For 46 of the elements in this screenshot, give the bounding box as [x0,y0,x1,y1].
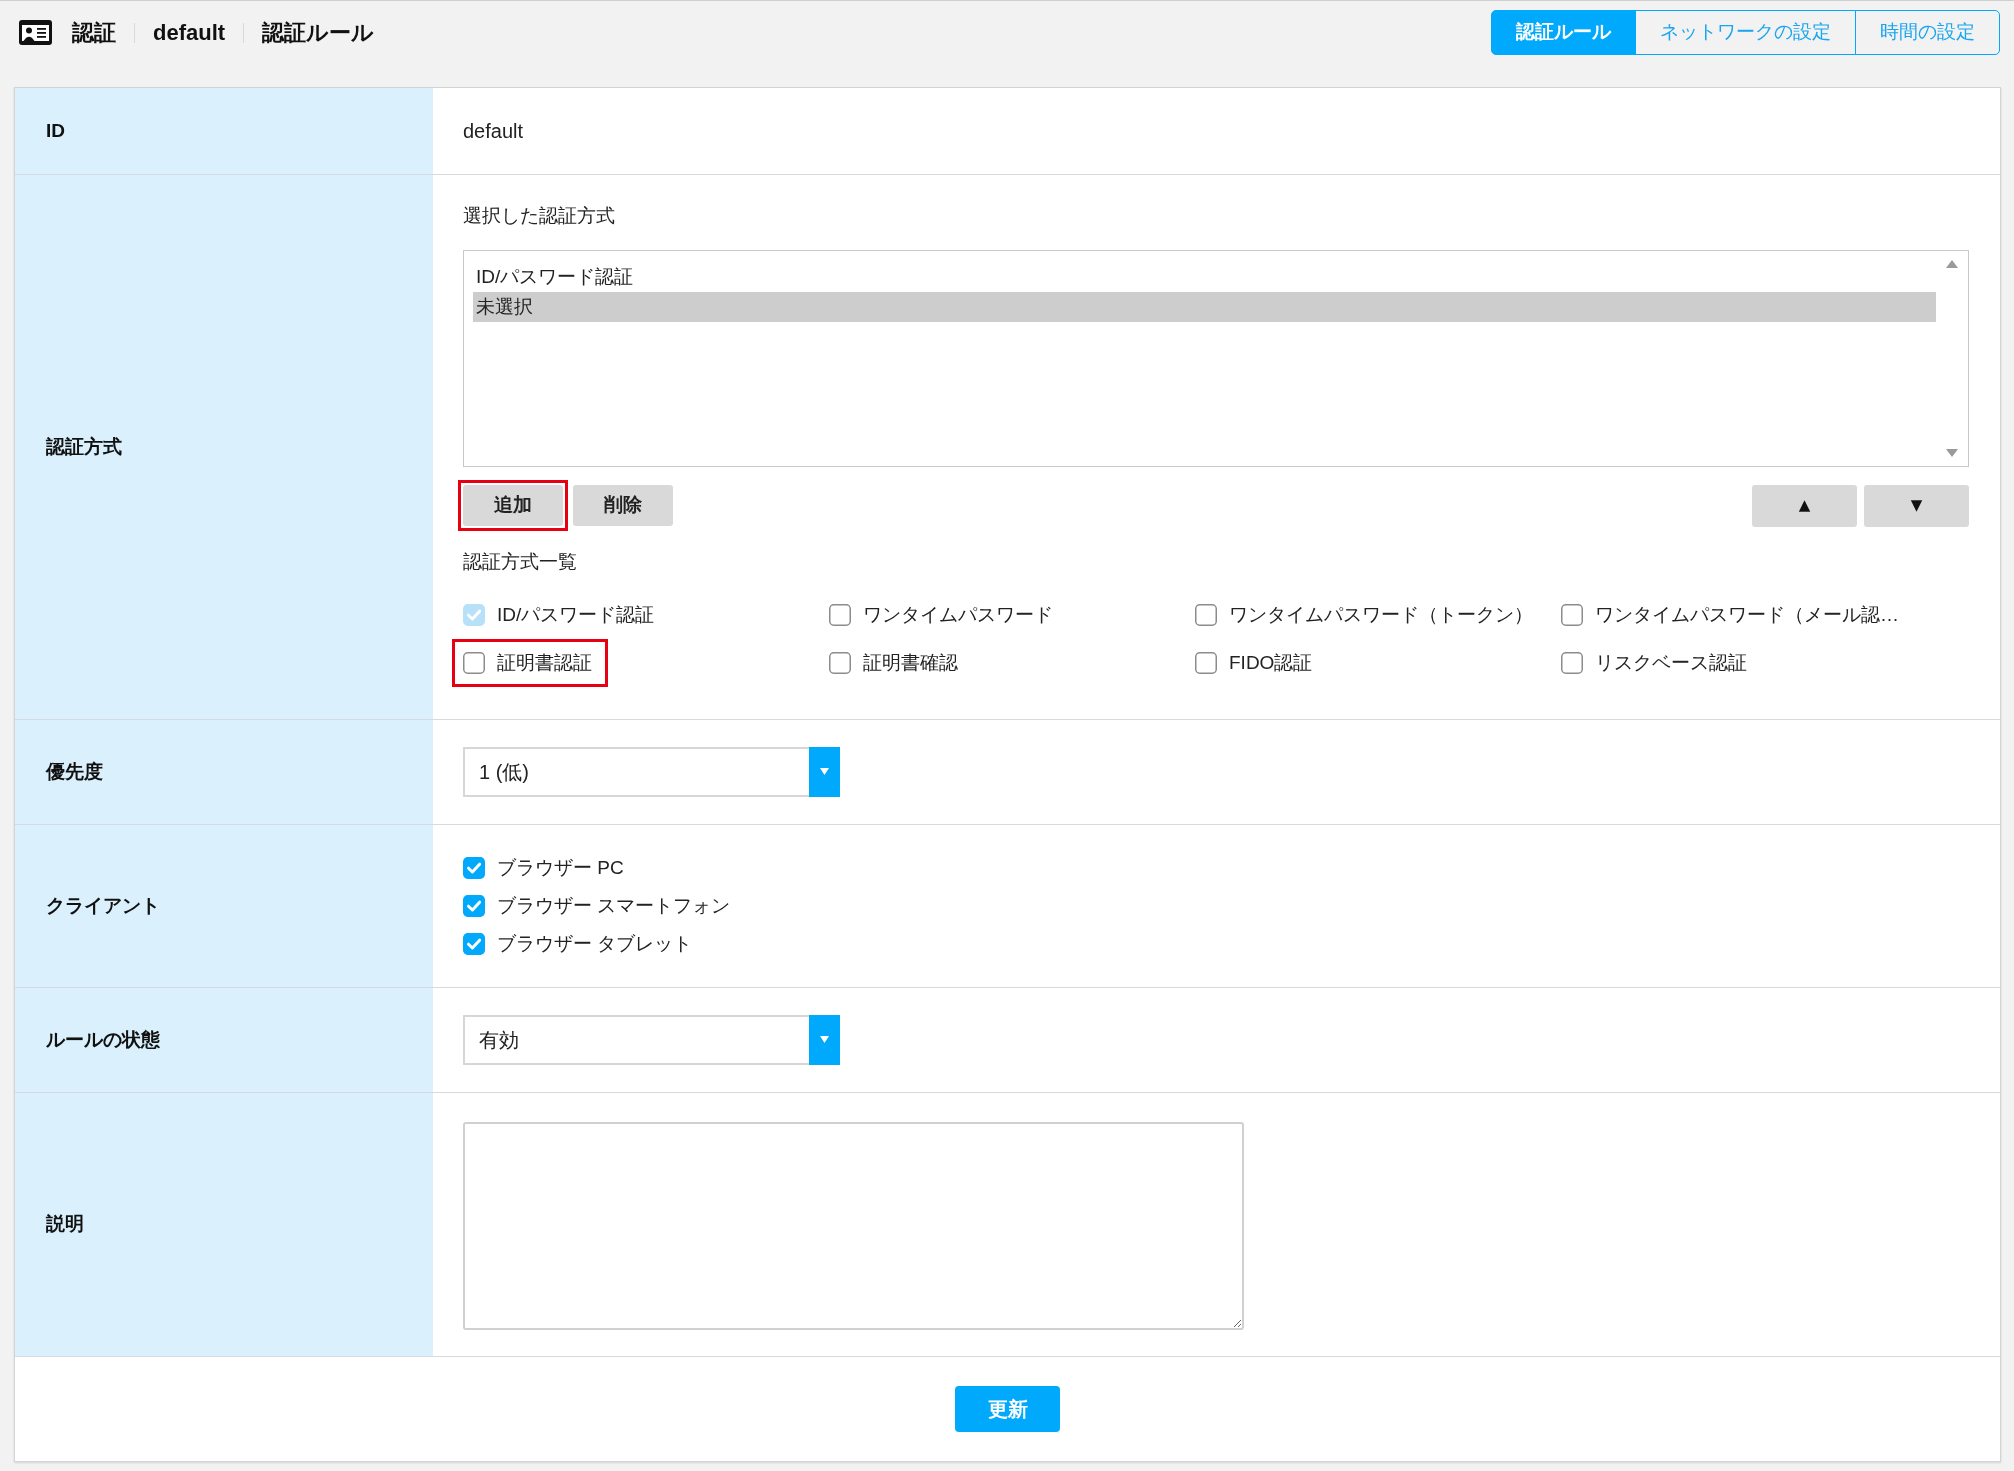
checkbox-label[interactable]: ワンタイムパスワード（メール認… [1595,600,1899,630]
list-item[interactable]: 未選択 [473,292,1936,322]
checkbox-label[interactable]: ワンタイムパスワード [863,600,1053,630]
dropdown[interactable]: 有効 [463,1015,840,1065]
scroll-down-icon[interactable] [1946,449,1958,457]
row-header: ID [15,88,433,174]
listbox[interactable]: ID/パスワード認証 未選択 [463,250,1969,467]
move-down-button[interactable]: ▼ [1864,484,1969,527]
section-caption: 選択した認証方式 [463,204,615,228]
checkbox-label[interactable]: ブラウザー PC [497,853,624,883]
row-header: 認証方式 [15,175,433,719]
checkbox-label[interactable]: ブラウザー スマートフォン [497,891,731,921]
checkbox[interactable] [829,652,851,674]
row-header: 説明 [15,1093,433,1356]
checkbox[interactable] [1561,604,1583,626]
dropdown[interactable]: 1 (低) [463,747,840,797]
row-header: 優先度 [15,720,433,824]
caret-icon[interactable] [809,747,840,797]
move-up-button[interactable]: ▲ [1752,484,1857,527]
checkbox[interactable] [1195,652,1217,674]
checkbox[interactable] [463,895,485,917]
row-header: ルールの状態 [15,988,433,1092]
checkbox[interactable] [463,652,485,674]
breadcrumb-item: default [153,18,226,47]
action-button[interactable]: 削除 [573,485,673,526]
checkbox-label[interactable]: ブラウザー タブレット [497,929,693,959]
row-header: クライアント [15,825,433,987]
field-value: default [463,119,525,144]
scroll-up-icon[interactable] [1946,260,1958,268]
checkbox-label[interactable]: FIDO認証 [1229,648,1313,678]
checkbox[interactable] [1561,652,1583,674]
checkbox-label[interactable]: 証明書確認 [863,648,958,678]
breadcrumb-item: 認証 [72,18,116,47]
action-button[interactable]: 追加 [463,485,563,526]
caret-icon[interactable] [809,1015,840,1065]
checkbox[interactable] [1195,604,1217,626]
description-field[interactable] [463,1122,1244,1330]
checkbox[interactable] [463,857,485,879]
id-card-icon [19,20,52,45]
checkbox[interactable] [463,933,485,955]
checkbox[interactable] [829,604,851,626]
checkbox-label[interactable]: リスクベース認証 [1595,648,1747,678]
checkbox-label[interactable]: ワンタイムパスワード（トークン） [1229,600,1533,630]
breadcrumb-item: 認証ルール [262,18,375,47]
checkbox-label[interactable]: 証明書認証 [497,648,592,678]
section-caption: 認証方式一覧 [463,550,577,574]
